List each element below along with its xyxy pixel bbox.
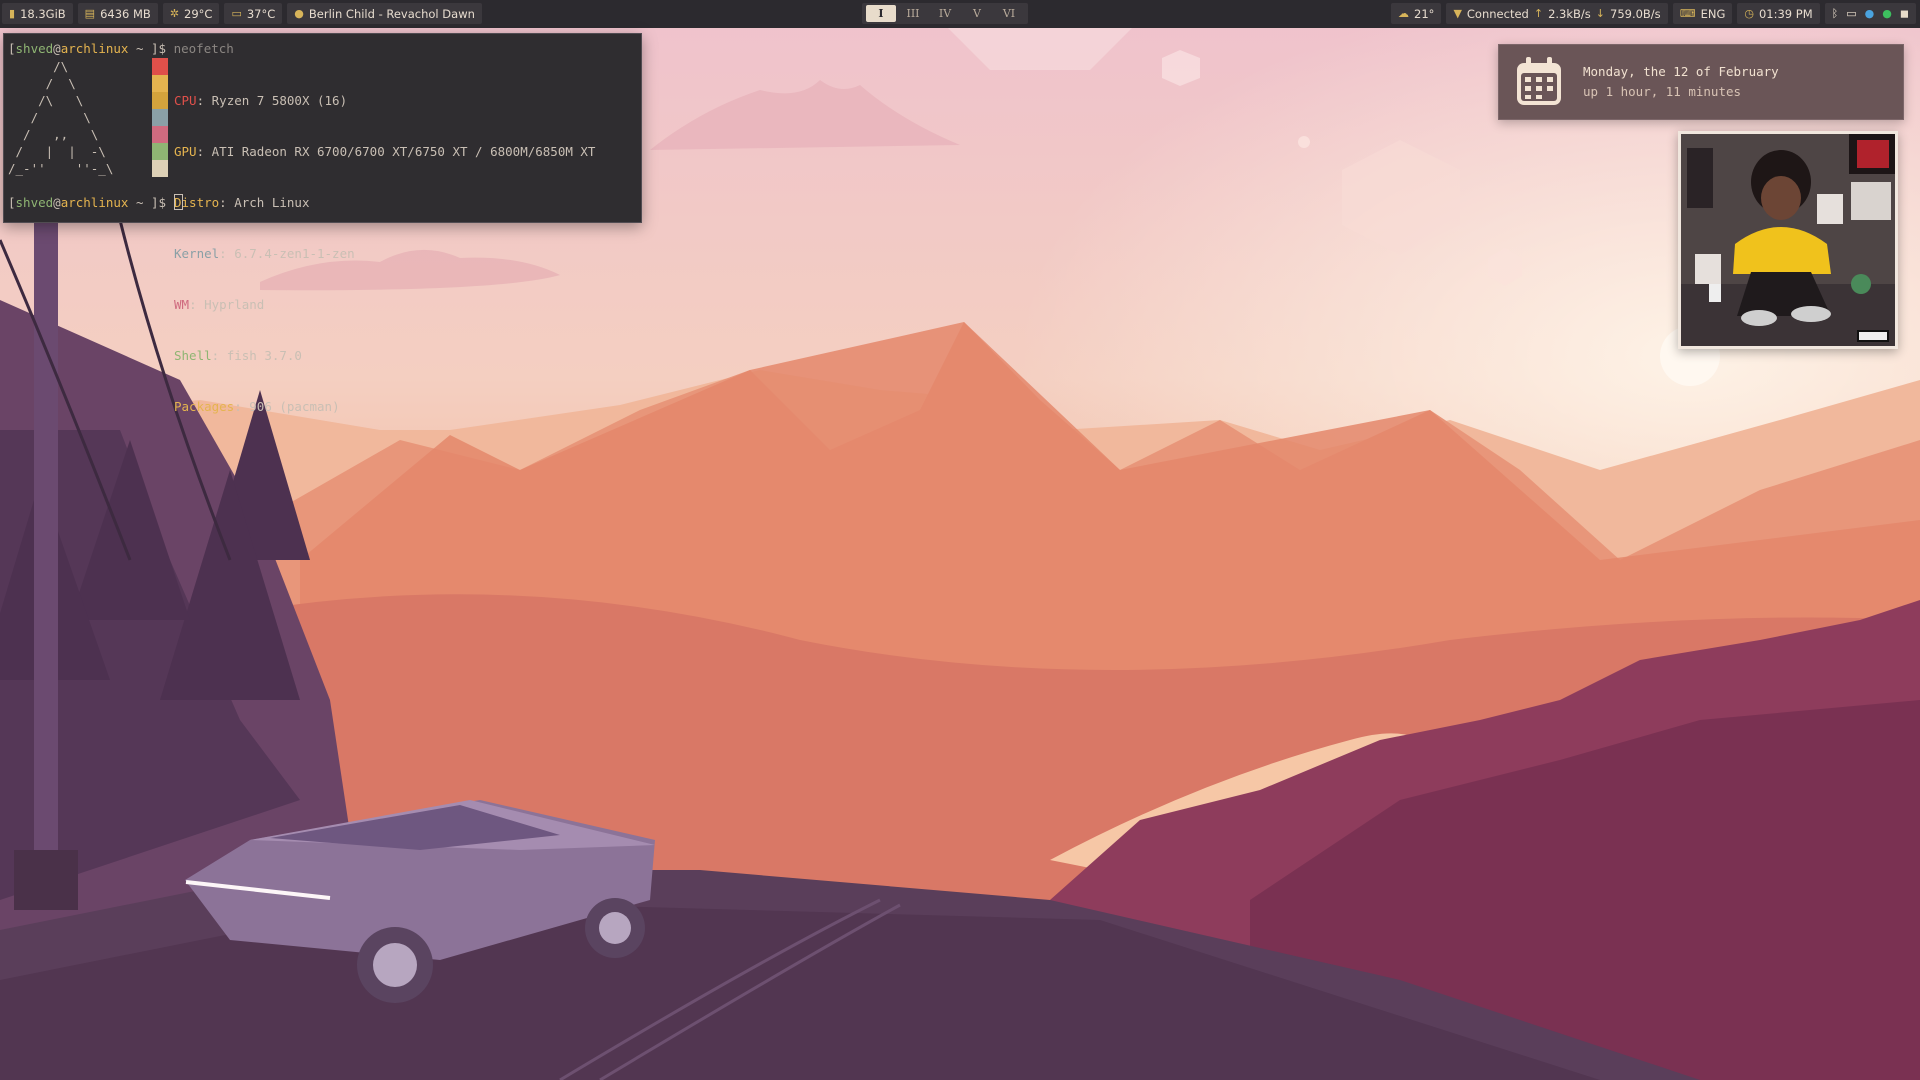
command-text: neofetch [173,41,234,56]
weather-module[interactable]: ☁ 21° [1391,3,1442,24]
top-bar: ▮ 18.3GiB ▤ 6436 MB ✲ 29°C ▭ 37°C ● Berl… [0,0,1920,28]
uptime-text: up 1 hour, 11 minutes [1583,84,1742,99]
system-tray: ᛒ ▭ ● ● ◼ [1824,3,1916,24]
bar-right-modules: ☁ 21° ▼ Connected ↑ 2.3kB/s ↓ 759.0B/s ⌨… [1391,3,1916,24]
workspace-6[interactable]: VI [994,5,1024,22]
memory-label: 6436 MB [100,6,151,21]
info-kernel: Kernel: 6.7.4-zen1-1-zen [174,246,355,261]
info-shell: Shell: fish 3.7.0 [174,348,302,363]
calendar-icon [1517,57,1561,105]
discord-icon[interactable]: ◼ [1900,7,1909,20]
keyboard-label: ENG [1700,6,1726,21]
clock-label: 01:39 PM [1758,6,1813,21]
media-module[interactable]: ● Berlin Child - Revachol Dawn [287,3,482,24]
gpu-temp-module[interactable]: ▭ 37°C [224,3,283,24]
weather-cloud-icon: ☁ [1398,7,1410,20]
calendar-date: Monday, the 12 of February [1583,64,1779,79]
info-wm: WM: Hyprland [174,297,265,312]
prompt-line-1: [shved@archlinux ~ ]$ neofetch [8,41,234,56]
workspace-switcher: I III IV V VI [862,3,1028,24]
system-info: CPU: Ryzen 7 5800X (16) GPU: ATI Radeon … [174,58,595,449]
keyboard-icon: ⌨ [1679,7,1696,20]
bar-left-modules: ▮ 18.3GiB ▤ 6436 MB ✲ 29°C ▭ 37°C ● Berl… [2,3,482,24]
workspace-1[interactable]: I [866,5,896,22]
weather-label: 21° [1414,6,1435,21]
display-icon[interactable]: ▭ [1846,7,1856,20]
bluetooth-icon[interactable]: ᛒ [1832,7,1839,20]
color-swatches [152,58,168,177]
swatch-3 [152,92,168,109]
album-art-widget[interactable] [1678,131,1898,349]
swatch-6 [152,143,168,160]
arch-ascii-logo: /\ / \ /\ \ / \ / ,, \ / | | -\ /_-'' ''… [8,59,114,176]
monitor-icon: ▭ [231,7,242,20]
upload-arrow-icon: ↑ [1533,7,1544,20]
download-label: 759.0B/s [1610,6,1661,21]
wifi-icon: ▼ [1453,7,1462,20]
prompt-line-2[interactable]: [shved@archlinux ~ ]$ [8,194,183,211]
swatch-1 [152,58,168,75]
clock-module[interactable]: ◷ 01:39 PM [1737,3,1820,24]
spotify-icon: ● [294,7,304,20]
swatch-5 [152,126,168,143]
cpu-temp-module[interactable]: ✲ 29°C [162,3,220,24]
disk-module[interactable]: ▮ 18.3GiB [2,3,73,24]
info-gpu: GPU: ATI Radeon RX 6700/6700 XT/6750 XT … [174,144,596,159]
spotify-icon[interactable]: ● [1882,7,1892,20]
download-arrow-icon: ↓ [1595,7,1605,20]
memory-icon: ▤ [84,7,96,20]
workspace-4[interactable]: IV [930,5,960,22]
disk-icon: ▮ [9,7,16,20]
memory-module[interactable]: ▤ 6436 MB [77,3,158,24]
media-label: Berlin Child - Revachol Dawn [308,6,475,21]
calendar-widget[interactable]: Monday, the 12 of February up 1 hour, 11… [1498,44,1904,120]
terminal-cursor [173,194,183,210]
cpu-temp-label: 29°C [184,6,213,21]
swatch-2 [152,75,168,92]
workspace-3[interactable]: III [898,5,928,22]
network-module[interactable]: ▼ Connected ↑ 2.3kB/s ↓ 759.0B/s [1446,3,1668,24]
network-label: Connected [1466,6,1529,21]
keyboard-layout-module[interactable]: ⌨ ENG [1672,3,1733,24]
swatch-7 [152,160,168,177]
terminal-window[interactable]: [shved@archlinux ~ ]$ neofetch /\ / \ /\… [3,33,642,414]
clock-icon: ◷ [1744,7,1754,20]
telegram-icon[interactable]: ● [1865,7,1875,20]
upload-label: 2.3kB/s [1548,6,1591,21]
disk-label: 18.3GiB [20,6,66,21]
info-distro: Distro: Arch Linux [174,195,310,210]
info-packages: Packages: 906 (pacman) [174,399,340,414]
gpu-temp-label: 37°C [246,6,276,21]
info-cpu: CPU: Ryzen 7 5800X (16) [174,93,348,108]
swatch-4 [152,109,168,126]
cpu-temp-icon: ✲ [169,7,180,20]
workspace-5[interactable]: V [962,5,992,22]
album-art-image [1681,134,1895,346]
